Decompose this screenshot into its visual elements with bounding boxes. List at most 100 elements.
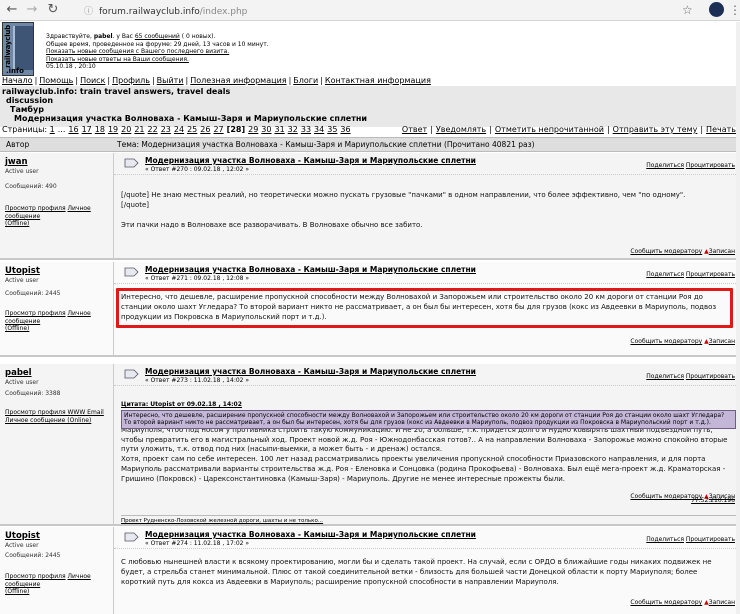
profile-avatar[interactable] [709, 2, 724, 17]
post-topic-icon [124, 267, 139, 277]
page-link[interactable]: 27 [213, 125, 223, 134]
report-link[interactable]: Сообщить модератору [630, 338, 702, 345]
quote-link[interactable]: Процитировать [686, 373, 735, 380]
scrollbar[interactable] [736, 22, 740, 614]
menu-logout[interactable]: Выйти [157, 76, 184, 85]
page-link[interactable]: 29 [248, 125, 258, 134]
post-header: Модернизация участка Волноваха - Камыш-З… [114, 364, 740, 386]
mark-unread-link[interactable]: Отметить непрочитанной [495, 125, 604, 134]
post-title[interactable]: Модернизация участка Волноваха - Камыш-З… [145, 367, 476, 376]
page-link: ... [57, 125, 66, 134]
author-column-label: Автор [6, 140, 30, 149]
page-link[interactable]: 21 [134, 125, 144, 134]
page-link[interactable]: 36 [340, 125, 350, 134]
ip-address[interactable]: 77.52.210.196 [691, 497, 735, 504]
share-link[interactable]: Поделиться [646, 536, 684, 543]
page-link[interactable]: 25 [187, 125, 197, 134]
menu-search[interactable]: Поиск [80, 76, 105, 85]
back-icon[interactable]: ← [4, 2, 20, 18]
post-title[interactable]: Модернизация участка Волноваха - Камыш-З… [145, 265, 476, 274]
page-link[interactable]: 30 [261, 125, 271, 134]
new-replies-link[interactable]: Показать новые ответы на Ваши сообщения. [46, 56, 269, 64]
author-message-count: Сообщений: 2445 [5, 552, 61, 559]
share-link[interactable]: Поделиться [646, 162, 684, 169]
signature-link[interactable]: Проект Рудненско-Лозовской железной доро… [121, 515, 736, 524]
view-profile-link[interactable]: Просмотр профиля [5, 205, 66, 212]
online-status: (Offline) [5, 325, 30, 332]
menu-useful-info[interactable]: Полезная информация [190, 76, 286, 85]
page-link[interactable]: 16 [68, 125, 78, 134]
menu-contacts[interactable]: Контактная информация [325, 76, 431, 85]
page-link[interactable]: 20 [121, 125, 131, 134]
breadcrumb-forum[interactable]: railwayclub.info: train travel answers, … [2, 87, 230, 96]
author-name[interactable]: Utopist [5, 266, 40, 276]
author-status: Active user [5, 277, 39, 284]
train-image [13, 26, 33, 70]
url-host: forum.railwayclub.info [99, 7, 200, 17]
logged-label: Записан [708, 248, 735, 255]
post: Utopist Active user Сообщений: 2445 Прос… [0, 527, 740, 614]
page-link[interactable]: 17 [82, 125, 92, 134]
page-link[interactable]: 1 [50, 125, 55, 134]
page-link[interactable]: 33 [301, 125, 311, 134]
quote-link[interactable]: Процитировать [686, 271, 735, 278]
page-link[interactable]: 19 [108, 125, 118, 134]
new-since-last-link[interactable]: Показать новые сообщения с Вашего послед… [46, 48, 269, 56]
page-link[interactable]: 26 [200, 125, 210, 134]
quote-block: Цитата: Utopist от 09.02.18 , 14:02 Инте… [121, 401, 736, 429]
highlight-box [116, 288, 733, 328]
username: pabel [93, 33, 113, 40]
print-link[interactable]: Печать [706, 125, 736, 134]
menu-profile[interactable]: Профиль [112, 76, 150, 85]
author-name[interactable]: pabel [5, 368, 32, 378]
report-link[interactable]: Сообщить модератору [630, 599, 702, 606]
top-menu: Начало | Помощь | Поиск | Профиль | Выйти | Полезн… [2, 76, 431, 85]
info-icon[interactable]: ⓘ [84, 7, 93, 17]
logo-suffix: .info [6, 67, 24, 75]
breadcrumb-board[interactable]: Тамбур [10, 105, 44, 114]
reply-link[interactable]: Ответ [402, 125, 427, 134]
view-profile-link[interactable]: Просмотр профиля [5, 573, 66, 580]
post-author-panel: pabel Active user Сообщений: 3388 Просмо… [0, 364, 114, 524]
post-meta: « Ответ #273 : 11.02.18 , 14:02 » [145, 377, 250, 384]
send-topic-link[interactable]: Отправить эту тему [613, 125, 698, 134]
quote-text: Интересно, что дешевле, расширение пропу… [121, 409, 736, 429]
author-name[interactable]: Utopist [5, 531, 40, 541]
page-link[interactable]: 24 [174, 125, 184, 134]
page-link[interactable]: 23 [161, 125, 171, 134]
messages-link[interactable]: 65 сообщений [135, 33, 180, 40]
quote-header[interactable]: Цитата: Utopist от 09.02.18 , 14:02 [121, 401, 736, 409]
menu-help[interactable]: Помощь [39, 76, 73, 85]
post-title[interactable]: Модернизация участка Волноваха - Камыш-З… [145, 156, 476, 165]
logo-text: railwayclub [4, 25, 12, 68]
quote-link[interactable]: Процитировать [686, 536, 735, 543]
bookmark-star-icon[interactable]: ☆ [682, 2, 693, 18]
forward-icon[interactable]: → [24, 2, 40, 18]
author-name[interactable]: jwan [5, 157, 28, 167]
view-profile-link[interactable]: Просмотр профиля [5, 310, 66, 317]
page-link[interactable]: 35 [327, 125, 337, 134]
notify-link[interactable]: Уведомлять [436, 125, 486, 134]
post-title[interactable]: Модернизация участка Волноваха - Камыш-З… [145, 530, 476, 539]
post-body: С любовью нынешней власти к всякому прое… [121, 558, 712, 586]
page-link[interactable]: 18 [95, 125, 105, 134]
menu-blogs[interactable]: Блоги [293, 76, 318, 85]
author-status: Active user [5, 542, 39, 549]
post-header: Модернизация участка Волноваха - Камыш-З… [114, 527, 740, 549]
address-bar[interactable]: ⓘ forum.railwayclub.info/index.php [84, 4, 247, 17]
quote-link[interactable]: Процитировать [686, 162, 735, 169]
profile-links[interactable]: Просмотр профиля WWW Email Личное сообще… [5, 409, 104, 424]
page-link[interactable]: 32 [288, 125, 298, 134]
page-link[interactable]: 34 [314, 125, 324, 134]
breadcrumb-category[interactable]: discussion [6, 96, 53, 105]
page-link[interactable]: 22 [148, 125, 158, 134]
menu-home[interactable]: Начало [2, 76, 33, 85]
page-link[interactable]: 31 [274, 125, 284, 134]
report-link[interactable]: Сообщить модератору [630, 248, 702, 255]
menu-icon[interactable]: ⋮ [729, 2, 740, 18]
share-link[interactable]: Поделиться [646, 373, 684, 380]
share-link[interactable]: Поделиться [646, 271, 684, 278]
reload-icon[interactable]: ↻ [45, 2, 61, 18]
breadcrumb-topic[interactable]: Модернизация участка Волноваха - Камыш-З… [14, 114, 367, 123]
welcome-suffix: . у Вас [112, 33, 135, 40]
